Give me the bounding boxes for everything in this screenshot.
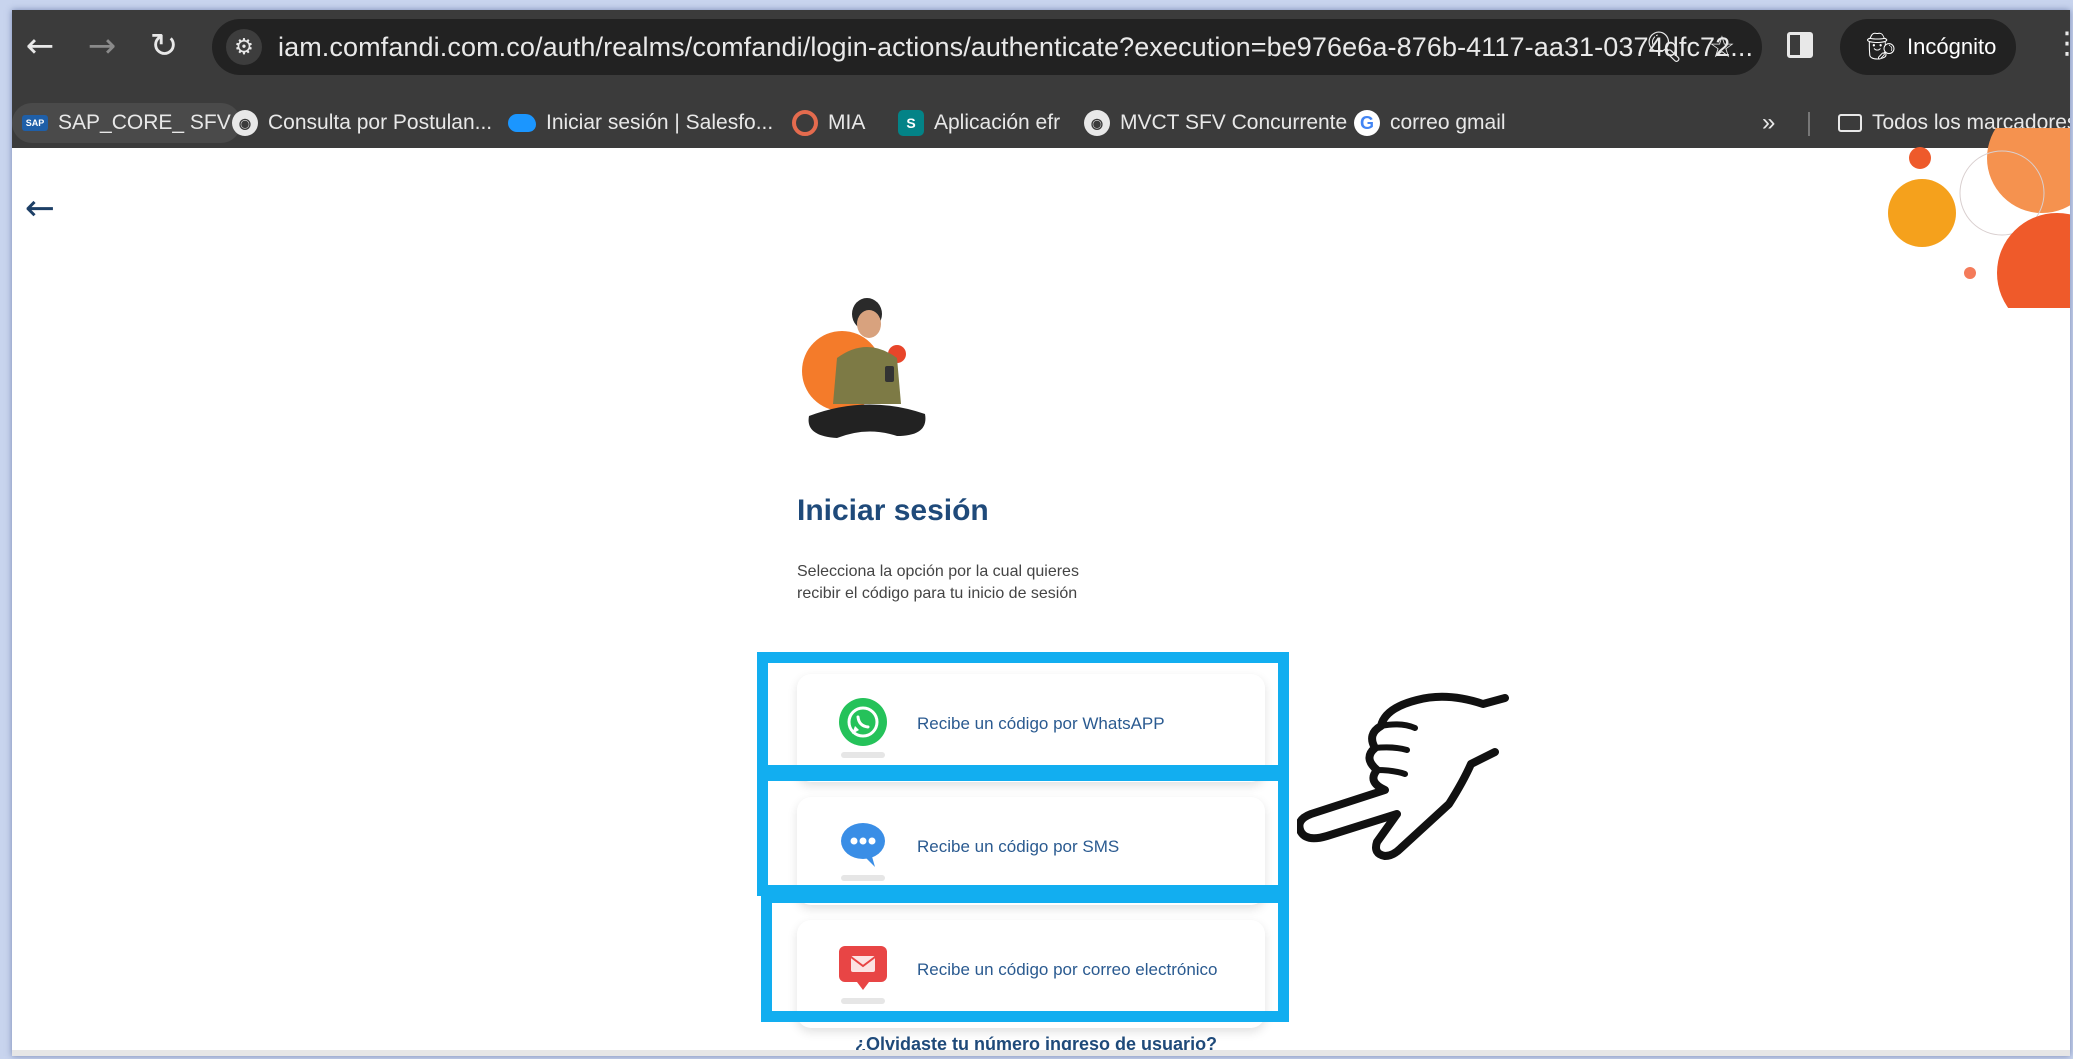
bookmark-label: SAP_CORE_ SFV xyxy=(58,111,231,134)
bookmark-item[interactable]: G correo gmail xyxy=(1354,103,1506,143)
google-icon: G xyxy=(1354,110,1380,136)
bookmark-item[interactable]: ◉ MVCT SFV Concurrente xyxy=(1084,103,1347,143)
sharepoint-icon: S xyxy=(898,110,924,136)
address-bar[interactable]: ⚙ iam.comfandi.com.co/auth/realms/comfan… xyxy=(212,19,1762,75)
login-page: ← Iniciar sesión Selecciona la opción po… xyxy=(12,128,2070,1056)
url-text[interactable]: iam.comfandi.com.co/auth/realms/comfandi… xyxy=(278,32,1753,63)
bookmark-label: Consulta por Postulan... xyxy=(268,111,493,134)
person-illustration xyxy=(802,298,926,438)
spiral-icon xyxy=(792,110,818,136)
globe-icon: ◉ xyxy=(232,110,258,136)
decorative-circles-icon xyxy=(1888,128,2070,308)
star-icon[interactable]: ☆ xyxy=(1704,29,1740,65)
bookmark-item[interactable]: S Aplicación efr xyxy=(898,103,1060,143)
pointing-hand-icon xyxy=(1297,692,1509,860)
page-title: Iniciar sesión xyxy=(797,494,989,527)
back-arrow-icon[interactable]: ← xyxy=(20,188,60,229)
incognito-label: Incógnito xyxy=(1907,34,1997,59)
reload-icon[interactable]: ↻ xyxy=(144,26,184,66)
sap-logo-icon: SAP xyxy=(22,115,48,131)
bookmark-label: correo gmail xyxy=(1390,111,1506,134)
folder-icon xyxy=(1838,114,1862,132)
highlight-box xyxy=(761,892,1289,1022)
bookmarks-overflow-button[interactable]: » xyxy=(1762,103,1775,143)
forward-arrow-icon[interactable]: → xyxy=(82,26,122,66)
side-panel-icon[interactable] xyxy=(1787,32,1813,58)
bookmark-item[interactable]: SAP SAP_CORE_ SFV xyxy=(12,103,241,143)
bookmark-label: Iniciar sesión | Salesfo... xyxy=(546,111,774,134)
page-description: Selecciona la opción por la cual quieres… xyxy=(797,563,1079,602)
salesforce-cloud-icon xyxy=(508,114,536,132)
highlight-box xyxy=(757,770,1289,896)
globe-icon: ◉ xyxy=(1084,110,1110,136)
bookmark-item[interactable]: MIA xyxy=(792,103,865,143)
bookmark-label: MVCT SFV Concurrente xyxy=(1120,111,1348,134)
magnifier-icon[interactable]: 🔍︎ xyxy=(1645,29,1683,65)
bookmarks-divider xyxy=(1808,112,1810,136)
highlight-box xyxy=(757,652,1289,776)
back-arrow-icon[interactable]: ← xyxy=(20,26,60,66)
bookmarks-bar: SAP SAP_CORE_ SFV ◉ Consulta por Postula… xyxy=(12,98,2070,148)
kebab-menu-icon[interactable]: ⋮ xyxy=(2052,26,2070,61)
bookmark-item[interactable]: ◉ Consulta por Postulan... xyxy=(232,103,492,143)
bookmark-label: Aplicación efr xyxy=(934,111,1061,134)
browser-toolbar: ← → ↻ ⚙ iam.comfandi.com.co/auth/realms/… xyxy=(12,10,2070,98)
tune-icon[interactable]: ⚙ xyxy=(226,29,262,65)
incognito-button[interactable]: 🕵︎ Incógnito xyxy=(1840,19,2016,75)
bookmark-label: MIA xyxy=(828,111,866,134)
bookmark-item[interactable]: Iniciar sesión | Salesfo... xyxy=(508,103,773,143)
browser-window: ← → ↻ ⚙ iam.comfandi.com.co/auth/realms/… xyxy=(12,10,2070,1056)
bottom-edge xyxy=(12,1050,2070,1056)
incognito-icon: 🕵︎ xyxy=(1864,32,1898,62)
